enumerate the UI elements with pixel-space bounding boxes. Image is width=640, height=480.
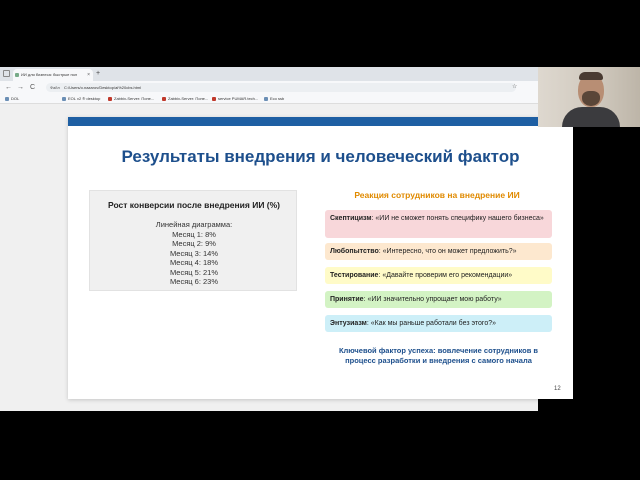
webcam-feed xyxy=(538,67,640,127)
chart-line: Месяц 2: 9% xyxy=(172,239,216,248)
bookmark-item[interactable]: Zabbix-Server: Поне... xyxy=(162,96,208,102)
bookmark-icon xyxy=(212,96,216,101)
tab-close-icon[interactable]: × xyxy=(87,69,90,81)
slide-page-number: 12 xyxy=(554,386,561,392)
reaction-label: Тестирование xyxy=(330,272,379,279)
reaction-text: : «ИИ значительно упрощает мою работу» xyxy=(363,296,502,303)
forward-button[interactable]: → xyxy=(17,83,24,92)
reaction-label: Энтузиазм xyxy=(330,320,367,327)
reactions-title: Реакция сотрудников на внедрение ИИ xyxy=(354,190,520,200)
screen: ИИ для бизнеса: быстрые пол × + ← → C Фа… xyxy=(0,0,640,480)
presentation-slide: Результаты внедрения и человеческий факт… xyxy=(68,117,573,399)
reaction-label: Принятие xyxy=(330,296,364,303)
bookmark-icon xyxy=(162,96,166,101)
back-button[interactable]: ← xyxy=(5,83,12,92)
reaction-curiosity: Любопытство: «Интересно, что он может пр… xyxy=(325,243,552,260)
bookmark-icon xyxy=(264,96,268,101)
bookmark-item[interactable]: Zabbix-Server: Поне... xyxy=(108,96,154,102)
reaction-label: Любопытство xyxy=(330,248,379,255)
bookmark-item[interactable]: Eco ssb xyxy=(264,96,284,102)
chart-description: Линейная диаграмма: Месяц 1: 8% Месяц 2:… xyxy=(90,220,298,287)
presenter-body xyxy=(562,107,620,127)
chart-title: Рост конверсии после внедрения ИИ (%) xyxy=(107,200,281,210)
chart-line: Месяц 5: 21% xyxy=(169,267,219,277)
reaction-skepticism: Скептицизм: «ИИ не сможет понять специфи… xyxy=(325,210,552,238)
tab-search-icon[interactable] xyxy=(3,70,10,77)
key-success-factor: Ключевой фактор успеха: вовлечение сотру… xyxy=(338,346,539,365)
reaction-text: : «ИИ не сможет понять специфику нашего … xyxy=(371,215,544,222)
reload-button[interactable]: C xyxy=(30,83,35,92)
slide-header-bar xyxy=(68,117,573,126)
reaction-text: : «Как мы раньше работали без этого?» xyxy=(366,320,496,327)
chart-line: Месяц 3: 14% xyxy=(169,248,219,258)
bookmarks-bar: DOL EOL v2 ® desktop Zabbix-Server: Поне… xyxy=(0,94,538,104)
slide-title: Результаты внедрения и человеческий факт… xyxy=(121,147,520,166)
chart-line: Линейная диаграмма: xyxy=(155,220,233,229)
new-tab-button[interactable]: + xyxy=(96,69,100,79)
reaction-acceptance: Принятие: «ИИ значительно упрощает мою р… xyxy=(325,291,552,308)
bookmark-item[interactable]: DOL xyxy=(5,96,19,102)
bookmark-icon xyxy=(108,96,112,101)
reaction-label: Скептицизм xyxy=(330,215,372,222)
reaction-text: : «Интересно, что он может предложить?» xyxy=(378,248,517,255)
reaction-text: : «Давайте проверим его рекомендации» xyxy=(378,272,513,279)
bookmark-icon xyxy=(62,96,66,101)
tab-title: ИИ для бизнеса: быстрые пол xyxy=(21,72,78,77)
chart-line: Месяц 6: 23% xyxy=(169,277,219,286)
tab-active[interactable]: ИИ для бизнеса: быстрые пол × xyxy=(13,69,93,81)
conversion-chart-panel: Рост конверсии после внедрения ИИ (%) Ли… xyxy=(89,190,297,291)
bookmark-item[interactable]: service PUMAR.tech... xyxy=(212,96,258,102)
address-bar[interactable]: Файл C:/Users/o.nazarov/Desktop/ai%20cbs… xyxy=(46,83,516,92)
browser-toolbar: ← → C Файл C:/Users/o.nazarov/Desktop/ai… xyxy=(0,81,538,94)
url-text: C:/Users/o.nazarov/Desktop/ai%20cbs.html xyxy=(63,85,142,90)
tab-strip: ИИ для бизнеса: быстрые пол × + xyxy=(0,67,538,81)
presenter-beard xyxy=(582,91,600,106)
chart-line: Месяц 4: 18% xyxy=(169,258,219,267)
presenter-hair xyxy=(579,72,603,80)
browser-window: ИИ для бизнеса: быстрые пол × + ← → C Фа… xyxy=(0,67,573,411)
file-label: Файл xyxy=(50,85,60,90)
bookmark-star-icon[interactable]: ☆ xyxy=(512,83,517,90)
chart-line: Месяц 1: 8% xyxy=(172,229,216,239)
reaction-testing: Тестирование: «Давайте проверим его реко… xyxy=(325,267,552,284)
page-viewport: Результаты внедрения и человеческий факт… xyxy=(0,104,573,411)
bookmark-item[interactable]: EOL v2 ® desktop xyxy=(62,96,100,102)
reaction-enthusiasm: Энтузиазм: «Как мы раньше работали без э… xyxy=(325,315,552,332)
tab-favicon-icon xyxy=(15,73,19,77)
bookmark-icon xyxy=(5,96,9,101)
